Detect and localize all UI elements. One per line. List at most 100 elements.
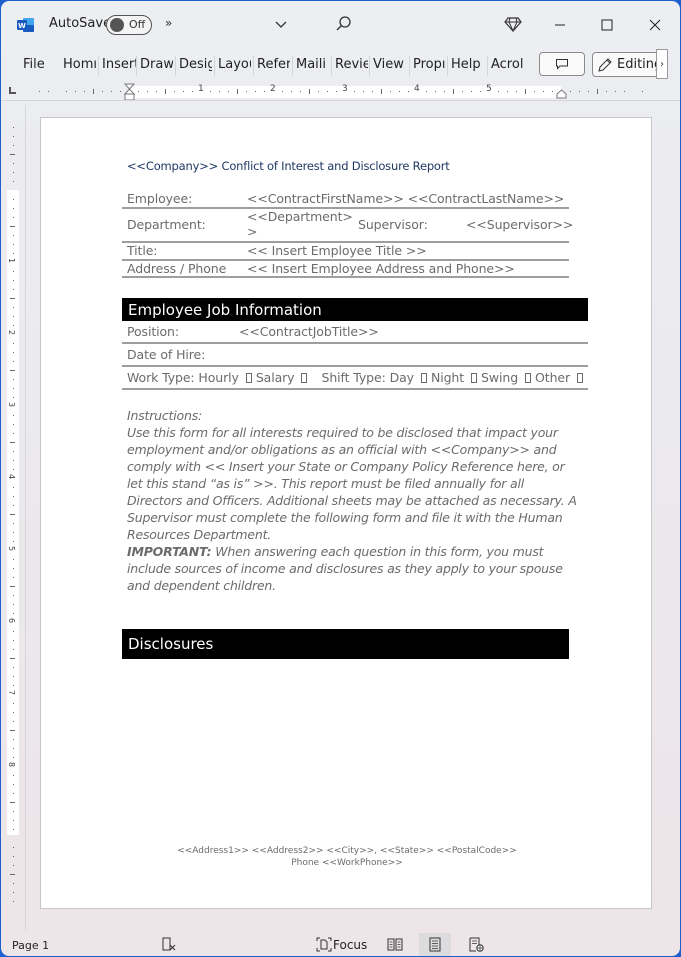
tab-design[interactable]: Desig [179, 57, 212, 72]
footer-phone: Phone <<WorkPhone>> [291, 858, 403, 868]
night-label: Night [430, 370, 465, 385]
supervisor-value[interactable]: <<Supervisor>> [466, 217, 573, 232]
vertical-ruler-tick [13, 739, 14, 740]
vertical-ruler-number: 5 [7, 545, 17, 552]
department-value-line2[interactable]: > [247, 224, 257, 239]
tab-review[interactable]: Revie [335, 57, 368, 72]
web-layout-icon[interactable] [468, 937, 484, 952]
hourly-checkbox[interactable] [245, 373, 252, 383]
more-commands-button[interactable]: » [165, 16, 172, 30]
vertical-ruler-tick [13, 289, 14, 290]
other-checkbox[interactable] [577, 373, 584, 383]
ruler-tick [309, 89, 310, 94]
ruler-tick [543, 91, 544, 92]
employee-value[interactable]: <<ContractFirstName>> <<ContractLastName… [247, 191, 564, 206]
department-value-line1[interactable]: <<Department> [247, 209, 353, 224]
vertical-ruler-tick [13, 307, 14, 308]
ribbon-scroll-right-button[interactable]: › [656, 49, 668, 79]
vertical-ruler-tick [13, 460, 14, 461]
vertical-ruler-tick [13, 487, 14, 488]
tab-separator [487, 56, 488, 76]
ruler-tick [444, 91, 445, 92]
vertical-ruler-tick [13, 820, 14, 821]
ruler-tick [111, 91, 112, 92]
document-page[interactable]: <<Company>> Conflict of Interest and Dis… [40, 117, 652, 909]
horizontal-ruler[interactable]: 1 2 3 4 5 [1, 83, 680, 101]
word-window: W AutoSave Off » File Homı Insert Draw D… [1, 1, 680, 956]
autosave-label: AutoSave [49, 16, 112, 31]
day-checkbox[interactable] [420, 373, 427, 383]
vertical-ruler-tick [10, 874, 15, 875]
left-indent-marker-icon[interactable] [124, 83, 135, 101]
track-changes-icon[interactable] [161, 937, 177, 952]
tab-layout[interactable]: Layou [218, 57, 251, 72]
ruler-tick [597, 89, 598, 94]
vertical-ruler-tick [13, 577, 14, 578]
vertical-ruler-tick [13, 253, 14, 254]
tab-mailings[interactable]: Maili [296, 57, 329, 72]
tab-home[interactable]: Homı [63, 57, 97, 72]
title-value[interactable]: << Insert Employee Title >> [247, 243, 427, 258]
minimize-button[interactable] [545, 11, 575, 39]
editing-mode-button[interactable]: Editing [592, 52, 666, 77]
vertical-ruler-tick [13, 559, 14, 560]
tab-insert[interactable]: Insert [102, 57, 136, 72]
table-rule [122, 388, 588, 390]
vertical-ruler-number: 4 [7, 473, 17, 480]
ruler-tick [102, 91, 103, 92]
ruler-tick [588, 91, 589, 92]
vertical-ruler-tick [13, 703, 14, 704]
tab-selector-icon[interactable] [9, 87, 16, 94]
tab-acrobat[interactable]: Acrol [491, 57, 524, 72]
job-info-heading: Employee Job Information [122, 298, 588, 321]
vertical-ruler-tick [13, 892, 14, 893]
ruler-tick [426, 91, 427, 92]
ruler-number: 2 [270, 84, 276, 94]
vertical-ruler[interactable]: 1 2 3 4 5 6 7 8 [5, 105, 19, 925]
vertical-ruler-tick [13, 685, 14, 686]
address-value[interactable]: << Insert Employee Address and Phone>> [247, 261, 515, 276]
tab-separator [136, 56, 137, 76]
tab-properties[interactable]: Propı [413, 57, 446, 72]
ruler-tick [174, 91, 175, 92]
tab-help[interactable]: Help [451, 57, 481, 72]
tab-draw[interactable]: Draw [140, 57, 173, 72]
read-mode-icon[interactable] [387, 937, 403, 952]
vertical-ruler-tick [13, 613, 14, 614]
vertical-ruler-tick [10, 298, 15, 299]
position-value[interactable]: <<ContractJobTitle>> [239, 324, 379, 339]
night-checkbox[interactable] [471, 373, 478, 383]
focus-icon[interactable] [316, 937, 332, 952]
close-icon [649, 19, 661, 31]
vertical-ruler-tick [13, 640, 14, 641]
tab-file[interactable]: File [23, 57, 45, 72]
autosave-toggle[interactable]: Off [106, 15, 152, 35]
maximize-button[interactable] [592, 11, 622, 39]
vertical-ruler-tick [10, 514, 15, 515]
page-number[interactable]: Page 1 [12, 939, 49, 952]
ruler-number: 4 [414, 84, 420, 94]
vertical-ruler-tick [13, 433, 14, 434]
tab-references[interactable]: Refer [257, 57, 290, 72]
right-indent-marker-icon[interactable] [556, 89, 567, 99]
vertical-ruler-tick [13, 568, 14, 569]
tab-view[interactable]: View [373, 57, 406, 72]
ruler-tick [66, 91, 67, 92]
ruler-tick [228, 91, 229, 92]
vertical-ruler-tick [13, 667, 14, 668]
focus-label[interactable]: Focus [333, 938, 367, 952]
vertical-ruler-tick [13, 721, 14, 722]
diamond-icon[interactable] [504, 15, 522, 33]
salary-checkbox[interactable] [301, 373, 308, 383]
print-layout-icon[interactable] [427, 937, 443, 952]
ruler-tick [480, 91, 481, 92]
hire-date-label: Date of Hire: [127, 347, 206, 362]
customize-toolbar-chevron-icon[interactable] [274, 18, 288, 32]
comments-button[interactable] [539, 52, 585, 76]
search-icon[interactable] [335, 15, 353, 33]
pencil-icon [598, 57, 612, 72]
swing-checkbox[interactable] [525, 373, 532, 383]
svg-text:W: W [18, 22, 26, 30]
close-button[interactable] [640, 11, 670, 39]
tab-separator [292, 56, 293, 76]
